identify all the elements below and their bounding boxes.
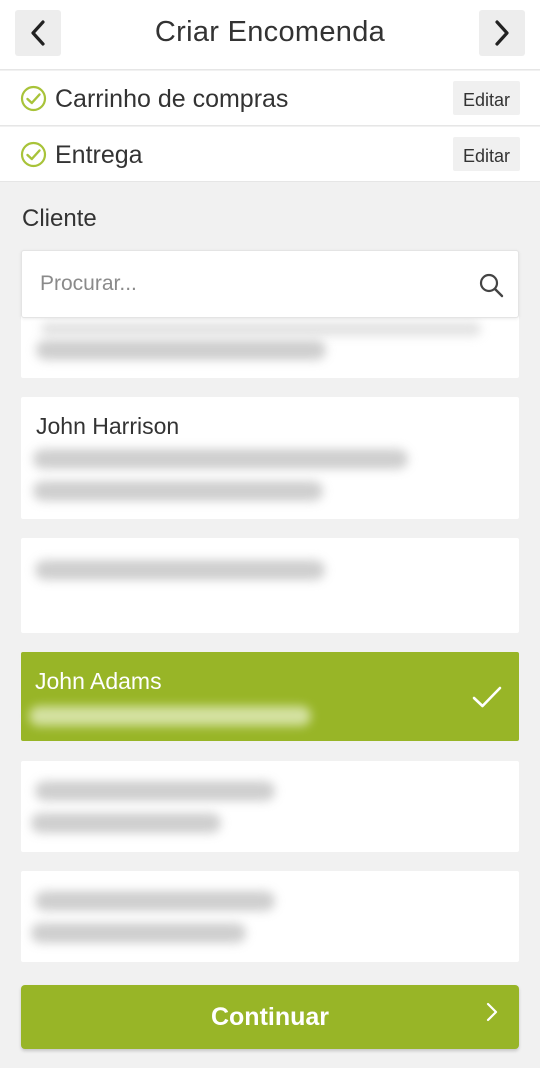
customer-list-item-selected[interactable]: John Adams [21, 652, 519, 741]
redacted-text [33, 449, 408, 469]
redacted-text [35, 560, 325, 580]
continue-label: Continuar [210, 1003, 330, 1031]
redacted-text [36, 340, 326, 360]
chevron-right-icon [495, 20, 509, 46]
chevron-right-icon [486, 1002, 498, 1022]
edit-cart-button[interactable]: Editar [452, 81, 520, 115]
redacted-text [31, 813, 221, 833]
section-title-customer: Cliente [22, 205, 97, 232]
forward-button[interactable] [479, 10, 525, 56]
redacted-text [29, 706, 311, 726]
customer-name: John Harrison [36, 413, 180, 439]
customer-list-item[interactable] [21, 871, 519, 962]
redacted-text [35, 781, 275, 801]
customer-list-item[interactable]: John Harrison [21, 397, 519, 519]
header: Criar Encomenda [0, 0, 540, 70]
redacted-text [41, 322, 481, 336]
redacted-text [33, 481, 323, 501]
search-icon[interactable] [478, 272, 504, 298]
search-input[interactable] [40, 251, 460, 317]
redacted-text [35, 891, 275, 911]
check-circle-icon [20, 85, 47, 112]
step-label: Entrega [55, 141, 143, 169]
edit-delivery-button[interactable]: Editar [452, 137, 520, 171]
step-label: Carrinho de compras [55, 85, 289, 113]
customer-search [21, 250, 519, 318]
page-title: Criar Encomenda [154, 16, 386, 48]
customer-list-item[interactable] [21, 538, 519, 633]
check-circle-icon [20, 141, 47, 168]
customer-name: John Adams [35, 668, 162, 694]
redacted-text [31, 923, 246, 943]
step-shopping-cart: Carrinho de compras Editar [0, 71, 540, 126]
checkmark-icon [472, 686, 502, 708]
continue-button[interactable]: Continuar [21, 985, 519, 1049]
step-delivery: Entrega Editar [0, 127, 540, 182]
customer-list-item[interactable] [21, 761, 519, 852]
